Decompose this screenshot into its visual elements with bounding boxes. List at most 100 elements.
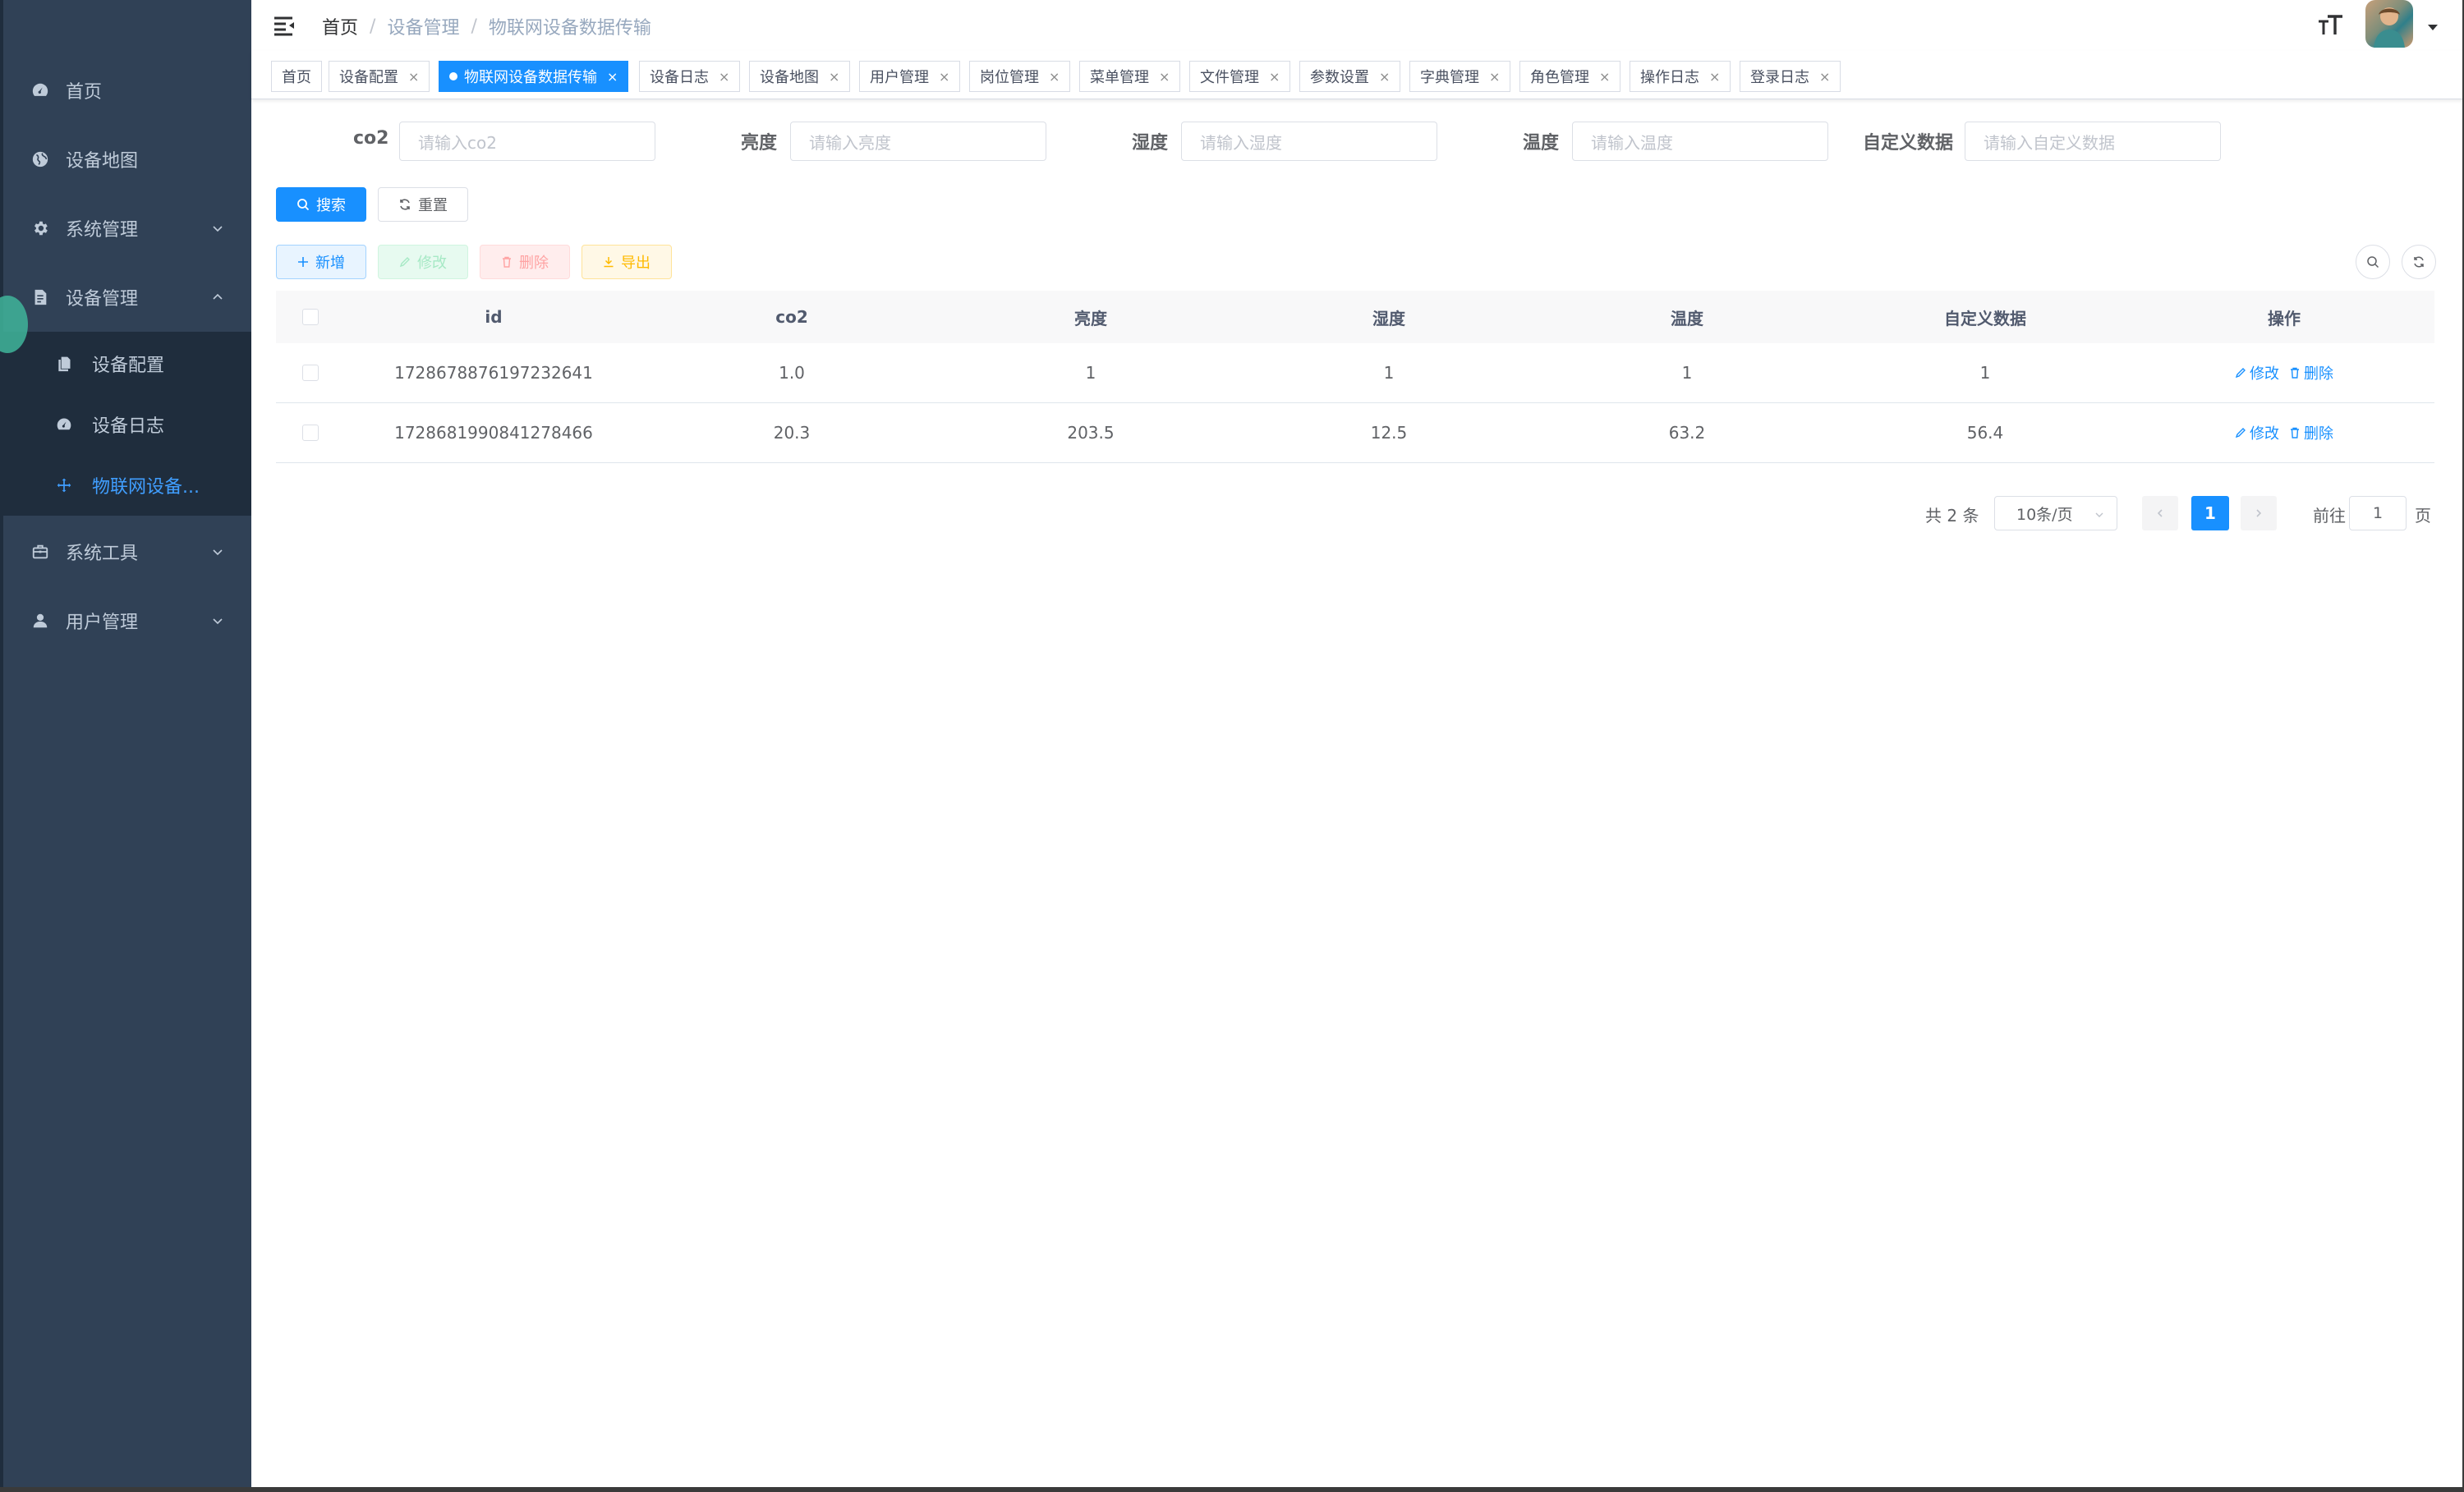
tag-label: 操作日志 — [1640, 69, 1699, 86]
export-button[interactable]: 导出 — [582, 245, 672, 279]
row-delete-button[interactable]: 删除 — [2289, 422, 2333, 443]
delete-button[interactable]: 删除 — [480, 245, 570, 279]
sidebar-item-device-config[interactable]: 设备配置 — [3, 333, 251, 394]
row-delete-button[interactable]: 删除 — [2289, 362, 2333, 383]
search-button-label: 搜索 — [316, 197, 346, 214]
row-checkbox[interactable] — [302, 365, 319, 381]
plus-icon — [297, 256, 309, 268]
humidity-input[interactable]: 请输入湿度 — [1181, 122, 1437, 161]
tag-label: 角色管理 — [1530, 69, 1589, 86]
user-icon — [30, 610, 51, 631]
tag-file-management[interactable]: 文件管理 × — [1189, 61, 1291, 92]
gear-icon — [30, 218, 51, 239]
co2-label: co2 — [353, 128, 389, 149]
tag-login-log[interactable]: 登录日志 × — [1740, 61, 1841, 92]
hamburger-icon[interactable] — [273, 15, 296, 36]
table-row: 1728681990841278466 20.3 203.5 12.5 63.2… — [276, 403, 2434, 463]
tag-device-config[interactable]: 设备配置 × — [329, 61, 430, 92]
row-delete-label: 删除 — [2304, 425, 2333, 443]
refresh-button[interactable] — [2402, 245, 2436, 279]
close-icon[interactable]: × — [719, 69, 729, 85]
close-icon[interactable]: × — [1269, 69, 1280, 85]
brightness-input[interactable]: 请输入亮度 — [790, 122, 1046, 161]
tag-home[interactable]: 首页 — [271, 61, 322, 92]
co2-input[interactable]: 请输入co2 — [399, 122, 655, 161]
close-icon[interactable]: × — [1599, 69, 1610, 85]
tag-param-settings[interactable]: 参数设置 × — [1299, 61, 1401, 92]
row-edit-button[interactable]: 修改 — [2235, 422, 2279, 443]
row-checkbox[interactable] — [302, 425, 319, 441]
breadcrumb: 首页 / 设备管理 / 物联网设备数据传输 — [322, 13, 651, 39]
tag-user-management[interactable]: 用户管理 × — [859, 61, 961, 92]
prev-page-button[interactable] — [2142, 496, 2178, 530]
download-icon — [603, 256, 614, 268]
chevron-down-icon — [2094, 507, 2105, 525]
sidebar-item-label: 首页 — [66, 82, 103, 103]
add-button[interactable]: 新增 — [276, 245, 366, 279]
select-all-checkbox[interactable] — [302, 309, 319, 325]
column-header-brightness: 亮度 — [1074, 308, 1107, 328]
custom-data-input[interactable]: 请输入自定义数据 — [1965, 122, 2221, 161]
sidebar-item-user-management[interactable]: 用户管理 — [3, 586, 251, 655]
trash-icon — [501, 256, 513, 268]
font-size-icon[interactable] — [2316, 11, 2344, 39]
sidebar-item-iot-data[interactable]: 物联网设备... — [3, 455, 251, 516]
breadcrumb-item-home[interactable]: 首页 — [322, 13, 358, 39]
tag-operation-log[interactable]: 操作日志 × — [1630, 61, 1731, 92]
close-icon[interactable]: × — [1819, 69, 1830, 85]
close-icon[interactable]: × — [607, 69, 618, 85]
page-number-current[interactable]: 1 — [2191, 496, 2229, 530]
row-edit-button[interactable]: 修改 — [2235, 362, 2279, 383]
tag-label: 登录日志 — [1750, 69, 1809, 86]
sidebar-item-system-management[interactable]: 系统管理 — [3, 194, 251, 263]
export-button-label: 导出 — [621, 255, 650, 272]
chevron-down-icon — [209, 543, 227, 561]
tag-device-map[interactable]: 设备地图 × — [749, 61, 851, 92]
trash-icon — [2289, 367, 2301, 379]
copy-icon — [54, 354, 74, 374]
close-icon[interactable]: × — [1159, 69, 1170, 85]
cell-brightness: 1 — [1085, 363, 1096, 383]
close-icon[interactable]: × — [408, 69, 419, 85]
close-icon[interactable]: × — [939, 69, 949, 85]
close-icon[interactable]: × — [1049, 69, 1060, 85]
input-placeholder: 请输入自定义数据 — [1984, 132, 2115, 153]
toggle-search-button[interactable] — [2356, 245, 2390, 279]
reset-button[interactable]: 重置 — [378, 187, 468, 222]
search-icon — [2366, 255, 2379, 269]
next-page-button[interactable] — [2241, 496, 2277, 530]
tag-role-management[interactable]: 角色管理 × — [1519, 61, 1621, 92]
search-button[interactable]: 搜索 — [276, 187, 366, 222]
move-icon — [54, 475, 74, 495]
tag-post-management[interactable]: 岗位管理 × — [969, 61, 1071, 92]
tag-device-log[interactable]: 设备日志 × — [639, 61, 741, 92]
tag-label: 岗位管理 — [980, 69, 1039, 86]
sidebar-item-device-management[interactable]: 设备管理 — [3, 263, 251, 332]
edit-button[interactable]: 修改 — [378, 245, 468, 279]
tag-menu-management[interactable]: 菜单管理 × — [1079, 61, 1181, 92]
sidebar: 首页 设备地图 系统管理 设备管理 设备配置 设备日志 物联网设备... 系统工… — [0, 0, 251, 1492]
close-icon[interactable]: × — [1489, 69, 1500, 85]
page-suffix-label: 页 — [2415, 506, 2431, 526]
tag-iot-data[interactable]: 物联网设备数据传输 × — [439, 61, 629, 92]
sidebar-item-system-tools[interactable]: 系统工具 — [3, 517, 251, 586]
page-size-select[interactable]: 10条/页 — [1994, 496, 2117, 530]
input-placeholder: 请输入亮度 — [809, 132, 891, 153]
toolbox-icon — [30, 541, 51, 562]
close-icon[interactable]: × — [829, 69, 839, 85]
sidebar-item-home[interactable]: 首页 — [3, 56, 251, 125]
avatar-wrapper[interactable] — [2362, 0, 2415, 51]
caret-down-icon[interactable] — [2428, 25, 2438, 30]
sidebar-item-device-log[interactable]: 设备日志 — [3, 394, 251, 455]
tag-dict-management[interactable]: 字典管理 × — [1409, 61, 1511, 92]
cell-temperature: 63.2 — [1668, 423, 1706, 443]
cell-brightness: 203.5 — [1067, 423, 1115, 443]
trash-icon — [2289, 427, 2301, 438]
window-border — [0, 1487, 2464, 1492]
sidebar-item-label: 设备配置 — [92, 356, 165, 376]
temperature-input[interactable]: 请输入温度 — [1572, 122, 1828, 161]
goto-page-input[interactable]: 1 — [2349, 496, 2407, 530]
sidebar-item-device-map[interactable]: 设备地图 — [3, 125, 251, 194]
close-icon[interactable]: × — [1379, 69, 1390, 85]
close-icon[interactable]: × — [1709, 69, 1720, 85]
